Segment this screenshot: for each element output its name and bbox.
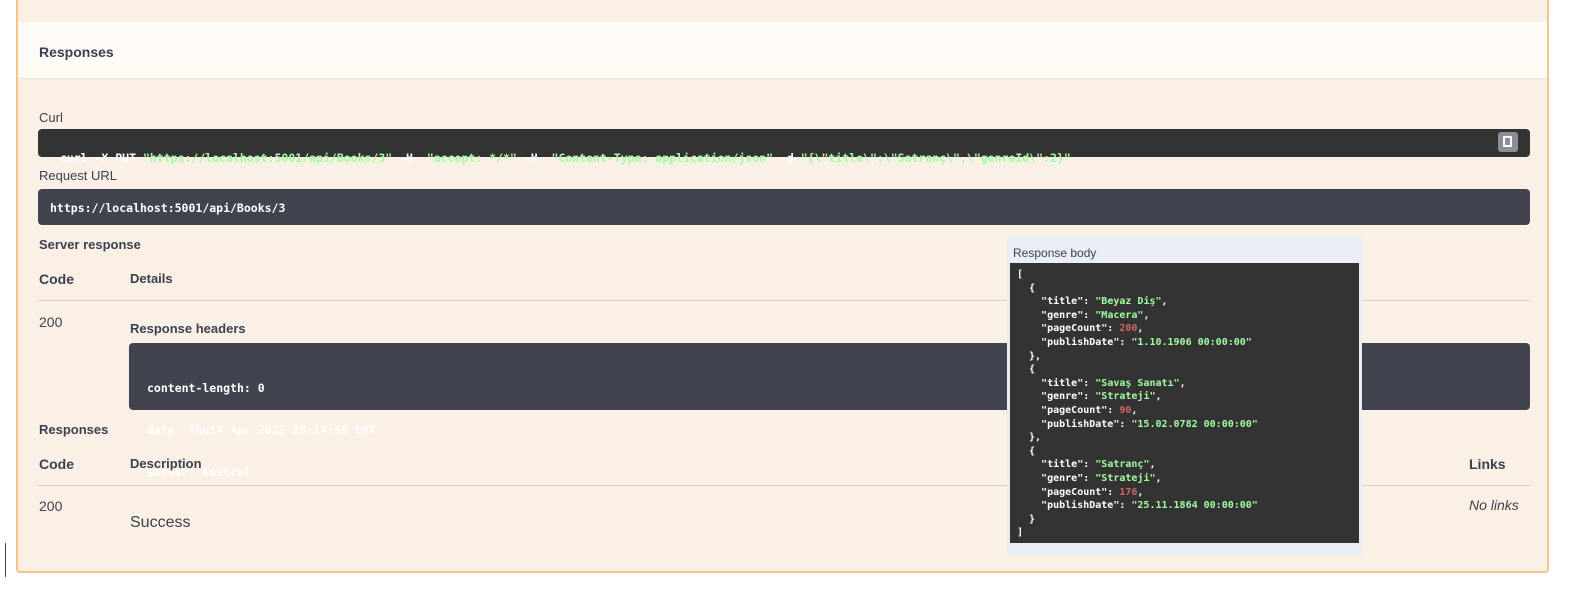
json-token: , [1149, 459, 1156, 471]
json-token: } [1029, 513, 1036, 525]
json-string-value: "Macera" [1095, 309, 1144, 321]
curl-segment: -d [773, 151, 801, 165]
copy-to-clipboard-icon[interactable] [1498, 132, 1518, 152]
json-token: "publishDate": [1017, 336, 1132, 348]
json-token: "genre": [1017, 391, 1096, 403]
json-token: }, [1029, 350, 1042, 362]
json-token: , [1143, 309, 1150, 321]
responses-code: 200 [39, 498, 63, 514]
server-response-code: 200 [39, 314, 63, 330]
server-code-header: Code [39, 271, 74, 287]
curl-label: Curl [39, 110, 63, 125]
curl-command[interactable]: curl -X PUT "https://localhost:5001/api/… [38, 129, 1530, 165]
json-string-value: "1.10.1906 00:00:00" [1131, 336, 1252, 348]
json-token: "publishDate": [1017, 500, 1132, 512]
json-string-value: "Savaş Sanatı" [1095, 377, 1180, 389]
json-token: { [1029, 364, 1036, 376]
json-token: "genre": [1017, 309, 1096, 321]
json-number-value: 90 [1119, 404, 1132, 416]
response-headers-label: Response headers [130, 321, 246, 336]
json-token: "pageCount": [1017, 404, 1120, 416]
json-token: { [1029, 445, 1036, 457]
json-token: "title": [1017, 296, 1096, 308]
request-url-value[interactable]: https://localhost:5001/api/Books/3 [38, 189, 1530, 225]
json-token: "genre": [1017, 472, 1096, 484]
json-token: ] [1017, 527, 1024, 539]
curl-segment: "https://localhost:5001/api/Books/3" [142, 151, 393, 165]
json-string-value: "Strateji" [1095, 472, 1156, 484]
json-token: [ [1017, 269, 1024, 280]
responses-links: No links [1469, 497, 1519, 513]
json-string-value: "Satranç" [1095, 459, 1150, 471]
json-string-value: "15.02.0782 00:00:00" [1131, 418, 1258, 430]
json-token: "title": [1017, 377, 1096, 389]
json-token: , [1137, 486, 1144, 498]
responses-links-header: Links [1469, 456, 1506, 472]
curl-segment: "accept: */*" [426, 151, 517, 165]
responses-label: Responses [39, 422, 109, 437]
response-body-label: Response body [1013, 246, 1097, 260]
curl-text: curl -X PUT "https://localhost:5001/api/… [60, 151, 1071, 165]
curl-segment: -H [516, 151, 552, 165]
json-token: "pageCount": [1017, 323, 1120, 335]
json-token: , [1155, 391, 1162, 403]
json-token: , [1179, 377, 1186, 389]
json-string-value: "25.11.1864 00:00:00" [1131, 500, 1258, 512]
responses-title: Responses [39, 44, 114, 60]
json-token: "title": [1017, 459, 1096, 471]
json-token: { [1029, 282, 1036, 294]
json-token: "publishDate": [1017, 418, 1132, 430]
server-details-header: Details [130, 271, 173, 286]
curl-segment: -H [392, 151, 427, 165]
json-string-value: "Beyaz Diş" [1095, 296, 1162, 308]
responses-code-header: Code [39, 456, 74, 472]
json-number-value: 176 [1119, 486, 1138, 498]
responses-header [18, 22, 1547, 79]
curl-segment: "{\"title\":\"Satranç\",\"genreId\":2}" [800, 151, 1071, 165]
response-body-code[interactable]: [ { "title": "Beyaz Diş", "genre": "Mace… [1010, 263, 1359, 543]
text-cursor [5, 543, 6, 577]
request-url-label: Request URL [39, 168, 118, 183]
response-body-panel: Response body [ { "title": "Beyaz Diş", … [1007, 237, 1362, 555]
responses-description-header: Description [130, 456, 202, 471]
json-token: , [1155, 472, 1162, 484]
json-number-value: 200 [1119, 323, 1138, 335]
server-response-label: Server response [39, 237, 141, 252]
responses-description: Success [130, 514, 191, 531]
json-token: , [1137, 323, 1144, 335]
json-string-value: "Strateji" [1095, 391, 1156, 403]
curl-segment: "Content-Type: application/json" [551, 151, 774, 165]
curl-segment: curl -X PUT [59, 151, 143, 165]
json-token: }, [1029, 432, 1042, 444]
json-token: , [1131, 404, 1138, 416]
json-token: , [1161, 296, 1168, 308]
json-token: "pageCount": [1017, 486, 1120, 498]
